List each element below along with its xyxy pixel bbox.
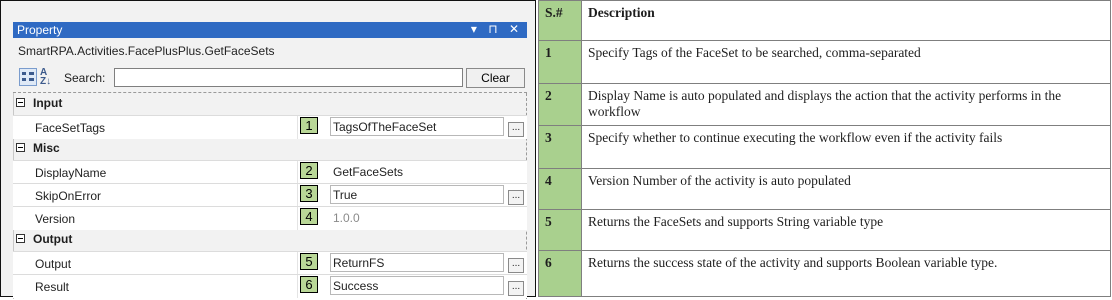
table-row: 3 Specify whether to continue executing t… (538, 124, 1111, 169)
property-name: SkipOnError (35, 189, 102, 203)
alphabetical-sort-icon[interactable]: A Z↓ (40, 68, 58, 87)
property-grid: Input FaceSetTags 1 TagsOfTheFaceSet... Misc… (13, 92, 527, 299)
table-header-description: Description (581, 0, 1111, 41)
property-value[interactable]: True (333, 188, 357, 202)
collapse-icon[interactable] (16, 98, 25, 107)
window-controls[interactable]: ▾ ⊓ ✕ (471, 22, 523, 36)
property-value[interactable]: Success (333, 279, 378, 293)
row-number: 1 (538, 40, 582, 84)
callout-badge: 1 (300, 117, 318, 134)
property-name: Output (35, 257, 72, 271)
property-row-version[interactable]: Version 4 1.0.0 (13, 206, 527, 230)
row-description: Specify whether to continue executing th… (581, 124, 1111, 169)
panel-titlebar: Property ▾ ⊓ ✕ (13, 22, 527, 38)
category-label: Output (33, 232, 73, 246)
property-panel: Property ▾ ⊓ ✕ SmartRPA.Activities.FaceP… (0, 0, 536, 299)
panel-title: Property (17, 23, 63, 37)
row-number: 2 (538, 83, 582, 126)
row-number: 4 (538, 167, 582, 210)
category-output[interactable]: Output (13, 229, 527, 251)
callout-badge: 5 (300, 253, 318, 270)
callout-badge: 6 (300, 276, 318, 293)
property-value[interactable]: GetFaceSets (333, 165, 403, 179)
column-divider (297, 275, 298, 298)
row-description: Returns the success state of the activit… (581, 249, 1111, 298)
search-input[interactable] (114, 68, 463, 87)
row-description: Display Name is auto populated and displ… (581, 83, 1111, 126)
row-description: Returns the FaceSets and supports String… (581, 208, 1111, 251)
row-description: Specify Tags of the FaceSet to be search… (581, 40, 1111, 84)
column-divider (297, 252, 298, 275)
property-name: Result (35, 280, 70, 294)
property-row-skiponerror[interactable]: SkipOnError 3 True... (13, 183, 527, 207)
column-divider (297, 207, 298, 230)
property-name: Version (35, 212, 76, 226)
property-row-output[interactable]: Output 5 ReturnFS... (13, 251, 527, 275)
collapse-icon[interactable] (16, 234, 25, 243)
category-label: Input (33, 96, 63, 110)
table-row: 2 Display Name is auto populated and disp… (538, 83, 1111, 126)
table-row: 6 Returns the success state of the activi… (538, 249, 1111, 298)
property-value: 1.0.0 (333, 211, 360, 225)
ellipsis-button[interactable]: ... (508, 190, 524, 205)
column-divider (297, 116, 298, 139)
row-number: 6 (538, 249, 582, 298)
column-divider (297, 161, 298, 184)
row-number: 3 (538, 124, 582, 169)
callout-badge: 2 (300, 162, 318, 179)
description-table: S.# Description 1 Specify Tags of the Fac… (538, 0, 1111, 298)
property-row-result[interactable]: Result 6 Success... (13, 274, 527, 298)
table-row: 1 Specify Tags of the FaceSet to be searc… (538, 40, 1111, 84)
categorized-view-icon[interactable] (19, 68, 37, 86)
ellipsis-button[interactable]: ... (508, 258, 524, 273)
activity-name: SmartRPA.Activities.FacePlusPlus.GetFace… (18, 44, 275, 58)
property-toolbar: A Z↓ Search: Clear (13, 67, 527, 89)
row-description: Version Number of the activity is auto p… (581, 167, 1111, 210)
clear-button[interactable]: Clear (466, 68, 525, 88)
property-name: DisplayName (35, 166, 107, 180)
category-label: Misc (33, 141, 60, 155)
search-label: Search: (64, 71, 106, 85)
ellipsis-button[interactable]: ... (508, 281, 524, 296)
table-header-number: S.# (538, 0, 582, 41)
property-name: FaceSetTags (35, 121, 106, 135)
category-misc[interactable]: Misc (13, 138, 527, 160)
ellipsis-button[interactable]: ... (508, 122, 524, 137)
category-input[interactable]: Input (13, 93, 527, 115)
row-number: 5 (538, 208, 582, 251)
table-row: 4 Version Number of the activity is auto … (538, 167, 1111, 210)
column-divider (297, 184, 298, 207)
table-row: 5 Returns the FaceSets and supports Strin… (538, 208, 1111, 251)
property-row-facesettags[interactable]: FaceSetTags 1 TagsOfTheFaceSet... (13, 115, 527, 139)
callout-badge: 3 (300, 185, 318, 202)
collapse-icon[interactable] (16, 143, 25, 152)
property-value[interactable]: ReturnFS (333, 256, 384, 270)
callout-badge: 4 (300, 208, 318, 225)
property-row-displayname[interactable]: DisplayName 2 GetFaceSets (13, 160, 527, 184)
property-value[interactable]: TagsOfTheFaceSet (333, 120, 436, 134)
